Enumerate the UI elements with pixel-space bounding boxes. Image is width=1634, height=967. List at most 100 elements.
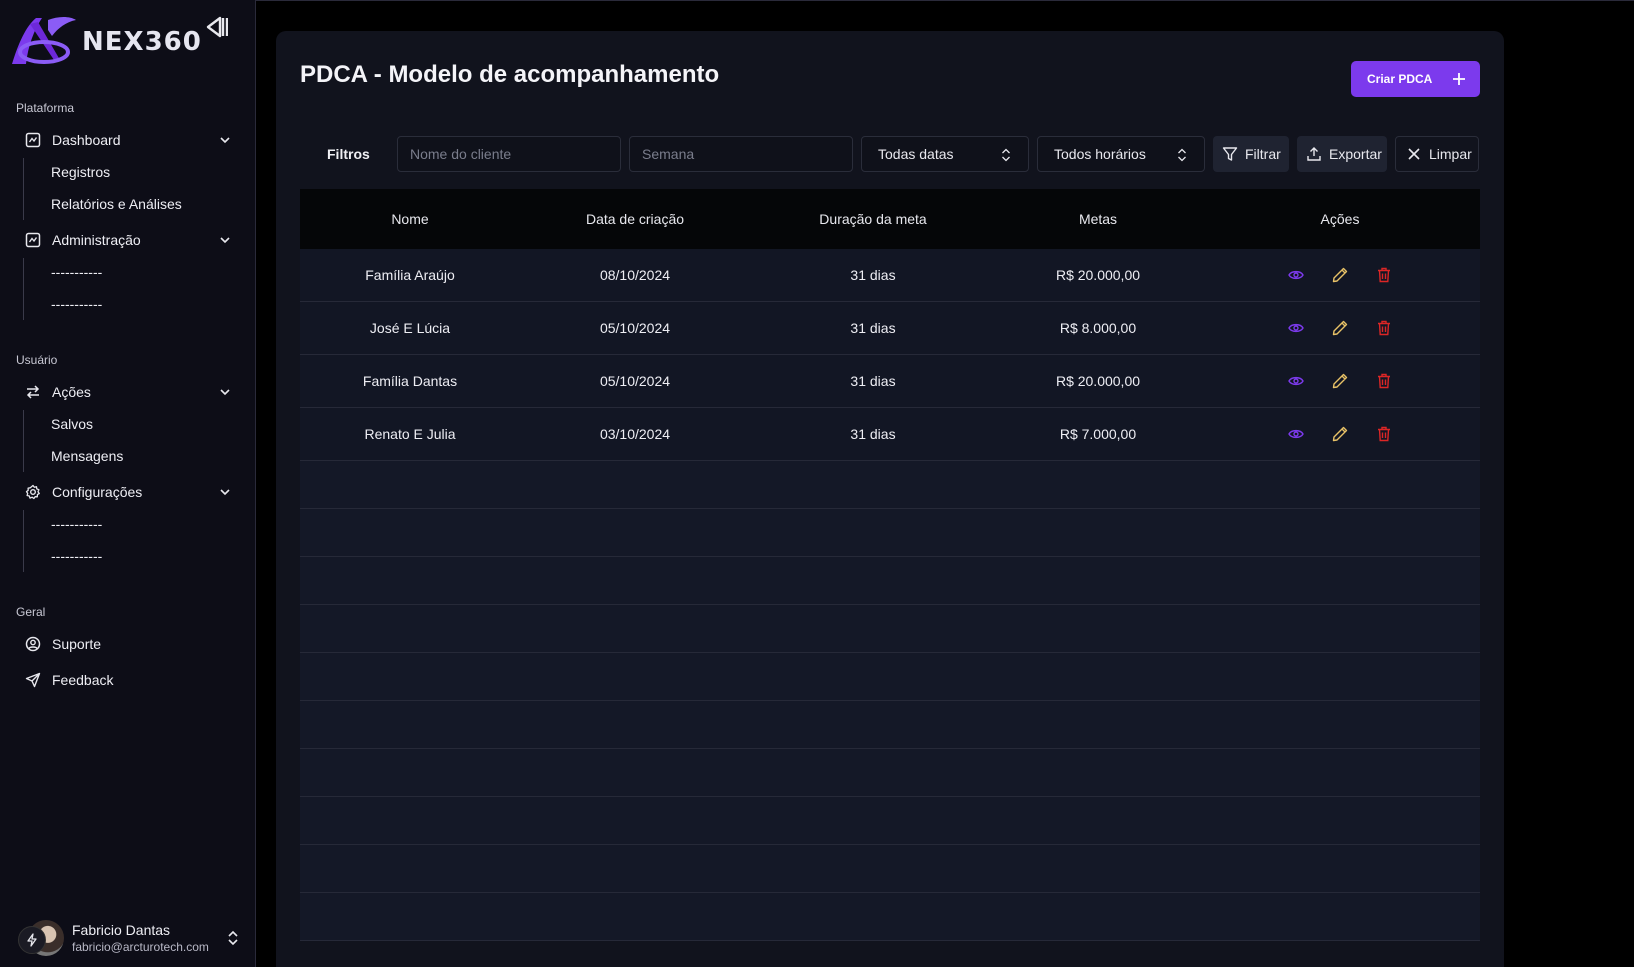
sidebar-subitem-placeholder[interactable]: ----------- — [51, 548, 102, 564]
column-header: Nome — [391, 211, 429, 227]
empty-row — [300, 605, 1480, 653]
delete-trash-icon[interactable] — [1375, 266, 1393, 284]
table-row: Família Araújo 08/10/2024 31 dias R$ 20.… — [300, 249, 1480, 302]
create-pdca-button[interactable]: Criar PDCA — [1351, 61, 1480, 97]
cell-actions — [1200, 319, 1480, 337]
week-input[interactable] — [629, 136, 853, 172]
empty-row — [300, 893, 1480, 941]
edit-pencil-icon[interactable] — [1331, 425, 1349, 443]
cell-name: Família Dantas — [362, 373, 458, 389]
sidebar-item-feedback[interactable]: Feedback — [24, 666, 240, 694]
delete-trash-icon[interactable] — [1375, 372, 1393, 390]
table-header: Nome Data de criação Duração da meta Met… — [300, 189, 1480, 249]
cell-date: 08/10/2024 — [599, 267, 671, 283]
section-geral: Geral — [16, 605, 46, 619]
date-select[interactable]: Todas datas — [861, 136, 1029, 172]
view-eye-icon[interactable] — [1287, 319, 1305, 337]
cell-duration: 31 dias — [850, 320, 896, 336]
clear-button[interactable]: Limpar — [1395, 136, 1479, 172]
edit-pencil-icon[interactable] — [1331, 266, 1349, 284]
gear-icon — [24, 483, 42, 501]
cell-name: Família Araújo — [365, 267, 455, 283]
main-area: PDCA - Modelo de acompanhamento Criar PD… — [256, 0, 1634, 967]
chevron-updown-icon — [1002, 148, 1010, 162]
column-header: Metas — [1078, 211, 1118, 227]
sidebar-subitem-relatorios[interactable]: Relatórios e Análises — [51, 196, 182, 212]
table-row: Renato E Julia 03/10/2024 31 dias R$ 7.0… — [300, 408, 1480, 461]
cell-name: Renato E Julia — [364, 426, 456, 442]
bolt-icon — [18, 926, 46, 954]
empty-row — [300, 461, 1480, 509]
sidebar-item-label: Configurações — [52, 484, 143, 500]
cell-goal: R$ 20.000,00 — [1055, 267, 1141, 283]
view-eye-icon[interactable] — [1287, 266, 1305, 284]
app: NEX360 Plataforma Dashboard Registros Re… — [0, 0, 1634, 967]
cell-date: 05/10/2024 — [599, 320, 671, 336]
collapse-sidebar-icon[interactable] — [204, 14, 228, 40]
empty-row — [300, 557, 1480, 605]
sidebar-subitem-registros[interactable]: Registros — [51, 164, 110, 180]
filters-label: Filtros — [327, 146, 370, 162]
delete-trash-icon[interactable] — [1375, 319, 1393, 337]
sidebar: NEX360 Plataforma Dashboard Registros Re… — [0, 0, 256, 967]
sidebar-item-label: Suporte — [52, 636, 102, 652]
delete-trash-icon[interactable] — [1375, 425, 1393, 443]
cell-actions — [1200, 266, 1480, 284]
chevron-updown-icon — [1178, 148, 1186, 162]
empty-row — [300, 797, 1480, 845]
sidebar-item-configuracoes[interactable]: Configurações — [24, 478, 240, 506]
submenu-line — [23, 158, 24, 220]
sidebar-item-label: Administração — [52, 232, 141, 248]
empty-row — [300, 749, 1480, 797]
user-info: Fabricio Dantas fabricio@arcturotech.com — [72, 922, 209, 954]
submenu-line — [23, 410, 24, 472]
edit-pencil-icon[interactable] — [1331, 319, 1349, 337]
nex-logo-icon — [12, 17, 76, 64]
dashboard-icon — [24, 131, 42, 149]
user-menu[interactable]: Fabricio Dantas fabricio@arcturotech.com — [16, 918, 242, 958]
table-row: José E Lúcia 05/10/2024 31 dias R$ 8.000… — [300, 302, 1480, 355]
sidebar-subitem-mensagens[interactable]: Mensagens — [51, 448, 123, 464]
time-select[interactable]: Todos horários — [1037, 136, 1205, 172]
chevron-down-icon — [220, 389, 230, 396]
empty-row — [300, 845, 1480, 893]
time-select-value: Todos horários — [1054, 146, 1146, 162]
filter-button[interactable]: Filtrar — [1213, 136, 1289, 172]
view-eye-icon[interactable] — [1287, 425, 1305, 443]
sidebar-item-administracao[interactable]: Administração — [24, 226, 240, 254]
filter-icon — [1222, 146, 1238, 162]
sidebar-item-acoes[interactable]: Ações — [24, 378, 240, 406]
client-name-input[interactable] — [397, 136, 621, 172]
export-label: Exportar — [1329, 146, 1382, 162]
upload-icon — [1306, 146, 1322, 162]
chevron-down-icon — [220, 237, 230, 244]
admin-icon — [24, 231, 42, 249]
content-card: PDCA - Modelo de acompanhamento Criar PD… — [276, 31, 1504, 967]
plus-icon — [1453, 73, 1465, 85]
sidebar-item-label: Ações — [52, 384, 91, 400]
column-header: Duração da meta — [819, 211, 927, 227]
sidebar-item-suporte[interactable]: Suporte — [24, 630, 240, 658]
sidebar-item-label: Feedback — [52, 672, 114, 688]
edit-pencil-icon[interactable] — [1331, 372, 1349, 390]
send-icon — [24, 671, 42, 689]
user-email: fabricio@arcturotech.com — [72, 940, 209, 954]
sidebar-item-dashboard[interactable]: Dashboard — [24, 126, 240, 154]
export-button[interactable]: Exportar — [1297, 136, 1387, 172]
chevron-down-icon — [220, 489, 230, 496]
create-pdca-label: Criar PDCA — [1367, 72, 1433, 86]
sidebar-subitem-salvos[interactable]: Salvos — [51, 416, 93, 432]
filters-bar: Filtros Todas datas Todos horários Filtr… — [300, 136, 1480, 172]
sidebar-subitem-placeholder[interactable]: ----------- — [51, 296, 102, 312]
view-eye-icon[interactable] — [1287, 372, 1305, 390]
cell-actions — [1200, 425, 1480, 443]
arrows-icon — [24, 383, 42, 401]
cell-goal: R$ 7.000,00 — [1059, 426, 1137, 442]
column-header: Data de criação — [585, 211, 685, 227]
section-plataforma: Plataforma — [16, 101, 75, 115]
sidebar-subitem-placeholder[interactable]: ----------- — [51, 516, 102, 532]
chevron-updown-icon — [228, 930, 238, 946]
column-header: Ações — [1320, 211, 1360, 227]
sidebar-subitem-placeholder[interactable]: ----------- — [51, 264, 102, 280]
empty-row — [300, 701, 1480, 749]
